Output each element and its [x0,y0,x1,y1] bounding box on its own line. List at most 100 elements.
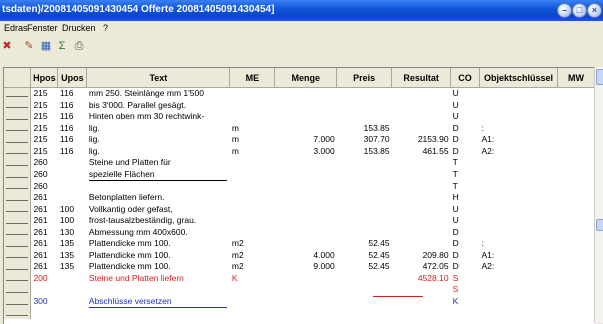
cell-hpos[interactable]: 215 [31,123,58,135]
vertical-scrollbar[interactable] [594,67,603,323]
minimize-button[interactable]: – [557,3,572,18]
cell-hpos[interactable]: 260 [31,169,58,181]
cell-co[interactable]: D [451,123,480,135]
cell-text[interactable]: bis 3'000. Parallel gesägt. [87,100,230,112]
cell-me[interactable]: m [230,134,275,146]
cell-co[interactable]: U [451,88,480,100]
cell-upos[interactable] [58,181,87,193]
cell-resultat[interactable] [392,100,451,112]
table-icon[interactable]: ▦ [39,39,53,53]
cell-me[interactable] [230,169,275,181]
cell-menge[interactable] [275,123,337,135]
table-row[interactable]: 215 116 bis 3'000. Parallel gesägt. U [4,99,595,112]
cell-upos[interactable]: 116 [58,100,87,112]
cell-hpos[interactable]: 261 [31,215,58,227]
column-header-menge[interactable]: Menge [274,68,338,88]
scrollbar-marker[interactable] [596,219,603,231]
cell-resultat[interactable] [392,204,451,216]
cell-resultat[interactable] [392,227,451,239]
cell-preis[interactable]: 307.70 [337,134,392,146]
cell-resultat[interactable] [392,215,451,227]
cell-resultat[interactable] [392,308,451,320]
cell-upos[interactable]: 116 [58,146,87,158]
cell-resultat[interactable]: 2153.90 [392,134,451,146]
table-row[interactable]: 215 116 Hinten oben mm 30 rechtwink- U [4,111,595,123]
cell-preis[interactable] [337,296,392,308]
cell-upos[interactable] [58,273,87,285]
cell-resultat[interactable] [392,123,451,135]
row-selector[interactable] [4,180,32,192]
cell-menge[interactable]: 7.000 [275,134,337,146]
delete-icon[interactable]: ✖ [0,39,14,53]
cell-preis[interactable] [337,157,392,169]
cell-objekt[interactable] [480,308,558,320]
cell-me[interactable]: m [230,123,275,135]
row-selector[interactable] [4,192,32,204]
column-header-preis[interactable]: Preis [336,68,393,88]
table-row[interactable]: 215 116 lig. m 7.000 307.70 2153.90 D A1: [4,134,595,146]
cell-hpos[interactable]: 215 [31,134,58,146]
cell-objekt[interactable] [480,215,558,227]
cell-preis[interactable] [337,273,392,285]
cell-upos[interactable]: 135 [58,250,87,262]
cell-me[interactable] [230,204,275,216]
cell-resultat[interactable]: 472.05 [392,261,451,273]
cell-upos[interactable] [58,284,87,296]
cell-preis[interactable] [337,204,392,216]
cell-co[interactable]: D [451,146,480,158]
cell-objekt[interactable] [480,227,558,239]
table-row[interactable]: 261 130 Abmessung mm 400x600. D [4,226,595,239]
cell-resultat[interactable] [392,284,451,296]
cell-hpos[interactable]: 261 [31,261,58,273]
cell-co[interactable]: H [451,192,480,204]
cell-resultat[interactable] [392,169,451,181]
cell-text[interactable] [87,181,230,193]
cell-mw[interactable] [557,227,594,239]
cell-objekt[interactable] [480,157,558,169]
cell-objekt[interactable] [480,296,558,308]
cell-upos[interactable]: 130 [58,227,87,239]
cell-upos[interactable]: 100 [58,204,87,216]
cell-menge[interactable]: 4.000 [275,250,337,262]
cell-preis[interactable] [337,284,392,296]
cell-preis[interactable]: 52.45 [337,250,392,262]
cell-menge[interactable] [275,308,337,320]
cell-hpos[interactable]: 215 [31,111,58,123]
cell-me[interactable] [230,88,275,100]
table-row[interactable]: 261 135 Plattendicke mm 100. m2 9.000 52.45 47… [4,261,595,273]
cell-me[interactable] [230,181,275,193]
cell-co[interactable]: S [451,273,480,285]
cell-preis[interactable] [337,181,392,193]
cell-hpos[interactable] [31,308,58,320]
cell-me[interactable] [230,192,275,204]
cell-hpos[interactable]: 215 [31,88,58,100]
cell-co[interactable]: D [451,261,480,273]
cell-mw[interactable] [557,296,594,308]
cell-mw[interactable] [557,88,594,100]
cell-preis[interactable] [337,100,392,112]
cell-co[interactable]: U [451,215,480,227]
cell-menge[interactable] [275,100,337,112]
row-selector[interactable] [4,272,32,284]
cell-objekt[interactable] [480,111,558,123]
cell-me[interactable] [230,215,275,227]
cell-co[interactable]: S [451,284,480,296]
row-selector[interactable] [4,168,32,181]
cell-resultat[interactable]: 209.80 [392,250,451,262]
cell-preis[interactable] [337,227,392,239]
cell-objekt[interactable] [480,192,558,204]
cell-mw[interactable] [557,146,594,158]
cell-hpos[interactable]: 261 [31,227,58,239]
cell-text[interactable] [87,284,230,296]
cell-co[interactable]: T [451,181,480,193]
cell-preis[interactable]: 52.45 [337,261,392,273]
cell-objekt[interactable] [480,273,558,285]
table-row[interactable]: 260 Steine und Platten für T [4,157,595,169]
cell-co[interactable]: T [451,169,480,181]
cell-hpos[interactable]: 300 [31,296,58,308]
menu-edras[interactable]: Edras [4,23,28,33]
row-selector[interactable] [4,157,32,169]
cell-upos[interactable] [58,169,87,181]
cell-menge[interactable] [275,157,337,169]
row-selector[interactable] [4,111,32,123]
